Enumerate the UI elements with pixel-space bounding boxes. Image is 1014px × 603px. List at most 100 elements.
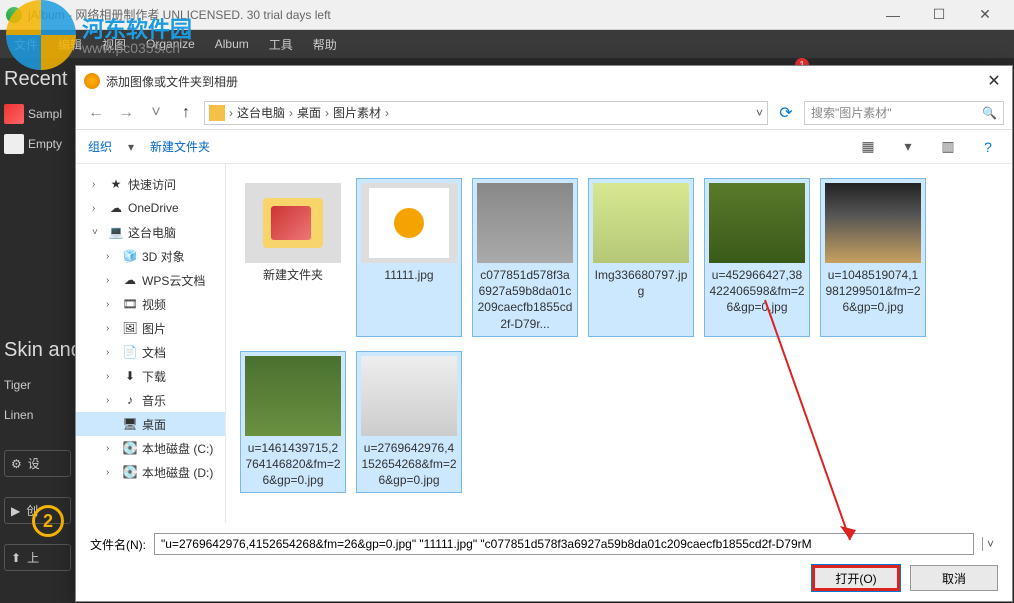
expand-icon[interactable]: ›: [106, 371, 118, 382]
folder-icon: [209, 105, 225, 121]
dialog-close-button[interactable]: ✕: [984, 71, 1004, 91]
file-name: 新建文件夹: [263, 267, 323, 283]
tree-node-这台电脑[interactable]: ˅💻这台电脑: [76, 220, 225, 244]
dialog-toolbar: 组织 ▾ 新建文件夹 ▦ ▾ ▥ ?: [76, 130, 1012, 164]
dialog-nav: ← → ˅ ↑ › 这台电脑 › 桌面 › 图片素材 › ˅ ⟳ 搜索"图片素材…: [76, 96, 1012, 130]
file-item[interactable]: 新建文件夹: [240, 178, 346, 337]
app-menubar: 文件 编辑 视图 Organize Album 工具 帮助: [0, 30, 1014, 58]
crumb[interactable]: 这台电脑: [237, 104, 285, 121]
settings-button[interactable]: ⚙设: [4, 450, 71, 477]
menu-file[interactable]: 文件: [8, 34, 44, 55]
btn-label: 上: [27, 549, 39, 566]
folder-tree[interactable]: ›★快速访问›☁OneDrive˅💻这台电脑›🧊3D 对象›☁WPS云文档›🎞视…: [76, 164, 226, 523]
dialog-titlebar: 添加图像或文件夹到相册 ✕: [76, 66, 1012, 96]
chevron-down-icon[interactable]: ▾: [896, 138, 920, 155]
recent-item-sample[interactable]: Sampl: [4, 99, 71, 129]
menu-help[interactable]: 帮助: [307, 34, 343, 55]
tree-node-文档[interactable]: › 📄文档: [76, 340, 225, 364]
help-button[interactable]: ?: [976, 139, 1000, 155]
file-item[interactable]: u=1461439715,2764146820&fm=26&gp=0.jpg: [240, 351, 346, 494]
file-list[interactable]: 新建文件夹 11111.jpgc077851d578f3a6927a59b8da0…: [226, 164, 1012, 523]
organize-menu[interactable]: 组织: [88, 138, 112, 155]
cancel-button[interactable]: 取消: [910, 565, 998, 591]
close-button[interactable]: ✕: [962, 0, 1008, 30]
menu-edit[interactable]: 编辑: [52, 34, 88, 55]
doc-icon: 📄: [122, 344, 138, 360]
refresh-button[interactable]: ⟳: [774, 103, 798, 123]
open-button[interactable]: 打开(O): [812, 565, 900, 591]
crumb[interactable]: 桌面: [297, 104, 321, 121]
expand-icon[interactable]: ›: [106, 443, 118, 454]
play-icon: ▶: [11, 504, 20, 518]
expand-icon[interactable]: ›: [106, 299, 118, 310]
tree-label: 文档: [142, 344, 166, 361]
minimize-button[interactable]: —: [870, 0, 916, 30]
nav-recent-dropdown[interactable]: ˅: [144, 101, 168, 125]
file-name: Img336680797.jpg: [593, 267, 689, 299]
tree-label: 快速访问: [128, 176, 176, 193]
nav-forward-button[interactable]: →: [114, 101, 138, 125]
expand-icon[interactable]: ›: [106, 395, 118, 406]
tree-node-音乐[interactable]: ›♪音乐: [76, 388, 225, 412]
file-thumbnail: [593, 183, 689, 263]
expand-icon[interactable]: ›: [106, 275, 118, 286]
dialog-footer: 文件名(N): "u=2769642976,4152654268&fm=26&g…: [76, 523, 1012, 601]
file-item[interactable]: u=1048519074,1981299501&fm=26&gp=0.jpg: [820, 178, 926, 337]
nav-up-button[interactable]: ↑: [174, 101, 198, 125]
app-icon: [6, 7, 22, 23]
tree-node-下载[interactable]: ›⬇下载: [76, 364, 225, 388]
expand-icon[interactable]: ›: [106, 323, 118, 334]
upload-button[interactable]: ⬆上: [4, 544, 71, 571]
menu-view[interactable]: 视图: [96, 34, 132, 55]
file-item[interactable]: u=2769642976,4152654268&fm=26&gp=0.jpg: [356, 351, 462, 494]
video-icon: 🎞: [122, 296, 138, 312]
breadcrumb[interactable]: › 这台电脑 › 桌面 › 图片素材 › ˅: [204, 101, 768, 125]
expand-icon[interactable]: ›: [106, 467, 118, 478]
file-thumbnail: [245, 183, 341, 263]
tree-node-快速访问[interactable]: ›★快速访问: [76, 172, 225, 196]
search-input[interactable]: 搜索"图片素材" 🔍: [804, 101, 1004, 125]
menu-tools[interactable]: 工具: [263, 34, 299, 55]
tree-node-OneDrive[interactable]: ›☁OneDrive: [76, 196, 225, 220]
skin-linen[interactable]: Linen: [4, 400, 71, 430]
chevron-right-icon: ›: [383, 106, 391, 120]
filename-input[interactable]: "u=2769642976,4152654268&fm=26&gp=0.jpg"…: [154, 533, 974, 555]
maximize-button[interactable]: ☐: [916, 0, 962, 30]
skin-tiger[interactable]: Tiger: [4, 370, 71, 400]
expand-icon[interactable]: ›: [92, 203, 104, 214]
expand-icon[interactable]: ›: [92, 179, 104, 190]
tree-label: 视频: [142, 296, 166, 313]
crumb[interactable]: 图片素材: [333, 104, 381, 121]
file-item[interactable]: Img336680797.jpg: [588, 178, 694, 337]
recent-item-empty[interactable]: Empty: [4, 129, 71, 159]
menu-organize[interactable]: Organize: [140, 35, 201, 53]
expand-icon[interactable]: ›: [106, 347, 118, 358]
nav-back-button[interactable]: ←: [84, 101, 108, 125]
tree-node-WPS云文档[interactable]: ›☁WPS云文档: [76, 268, 225, 292]
tree-node-图片[interactable]: ›🖼图片: [76, 316, 225, 340]
view-mode-button[interactable]: ▦: [856, 138, 880, 155]
file-open-dialog: 添加图像或文件夹到相册 ✕ ← → ˅ ↑ › 这台电脑 › 桌面 › 图片素材…: [75, 65, 1013, 602]
image-icon: 🖼: [122, 320, 138, 336]
expand-icon[interactable]: ›: [106, 251, 118, 262]
filename-row: 文件名(N): "u=2769642976,4152654268&fm=26&g…: [90, 533, 998, 555]
tree-node-桌面[interactable]: 🖥桌面: [76, 412, 225, 436]
file-item[interactable]: u=452966427,38422406598&fm=26&gp=0.jpg: [704, 178, 810, 337]
file-item[interactable]: 11111.jpg: [356, 178, 462, 337]
tree-node-3D 对象[interactable]: ›🧊3D 对象: [76, 244, 225, 268]
file-name: u=2769642976,4152654268&fm=26&gp=0.jpg: [361, 440, 457, 489]
preview-pane-button[interactable]: ▥: [936, 138, 960, 155]
tree-node-本地磁盘 (D:)[interactable]: ›💽本地磁盘 (D:): [76, 460, 225, 484]
filename-dropdown[interactable]: ˅: [982, 537, 998, 551]
file-thumbnail: [709, 183, 805, 263]
recent-label: Recent: [4, 68, 71, 91]
menu-album[interactable]: Album: [209, 35, 255, 53]
tree-label: 本地磁盘 (C:): [142, 440, 213, 457]
tree-node-本地磁盘 (C:)[interactable]: ›💽本地磁盘 (C:): [76, 436, 225, 460]
file-item[interactable]: c077851d578f3a6927a59b8da01c209caecfb185…: [472, 178, 578, 337]
file-name: u=1461439715,2764146820&fm=26&gp=0.jpg: [245, 440, 341, 489]
breadcrumb-dropdown[interactable]: ˅: [756, 106, 763, 120]
new-folder-button[interactable]: 新建文件夹: [150, 138, 210, 155]
tree-node-视频[interactable]: › 🎞视频: [76, 292, 225, 316]
expand-icon[interactable]: ˅: [92, 227, 104, 238]
